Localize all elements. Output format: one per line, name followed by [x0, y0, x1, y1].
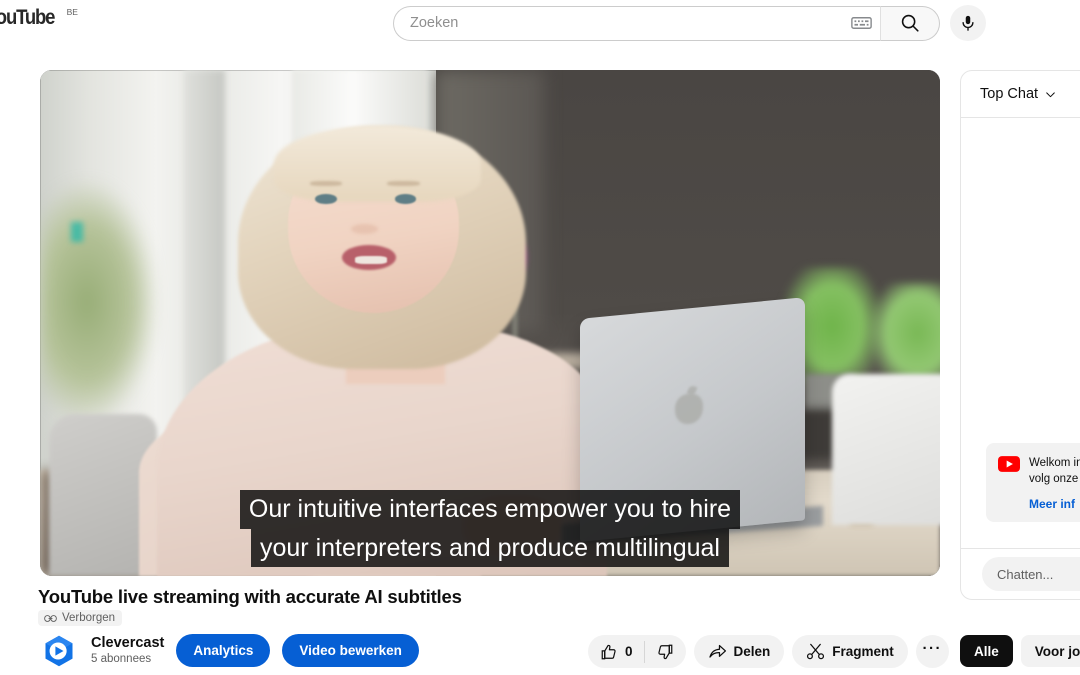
analytics-button[interactable]: Analytics [176, 634, 271, 667]
chat-notice-card: Welkom in volg onze Meer inf [986, 443, 1080, 522]
chat-input[interactable]: Chatten... [982, 557, 1080, 591]
search-input[interactable] [410, 15, 851, 31]
person-teeth [355, 256, 388, 264]
dislike-button[interactable] [656, 643, 674, 661]
edit-video-button[interactable]: Video bewerken [282, 634, 419, 667]
youtube-logo[interactable]: YouTube BE [0, 6, 78, 30]
live-chat-panel: Top Chat Welkom in volg onze Meer inf Ch… [960, 70, 1080, 600]
search-button[interactable] [880, 5, 940, 41]
subtitle-overlay: Our intuitive interfaces empower you to … [40, 490, 940, 567]
action-row: 0 Delen Fragment ··· [588, 635, 949, 668]
avatar[interactable] [38, 630, 79, 671]
clip-label: Fragment [832, 644, 894, 659]
owner-row: Clevercast 5 abonnees Analytics Video be… [38, 630, 419, 671]
video-player[interactable]: Our intuitive interfaces empower you to … [40, 70, 940, 576]
clevercast-logo [45, 635, 72, 666]
subtitle-line-1: Our intuitive interfaces empower you to … [239, 490, 741, 529]
chevron-down-icon [1046, 91, 1055, 97]
channel-subscribers: 5 abonnees [91, 653, 152, 666]
subtitle-line-2: your interpreters and produce multilingu… [251, 528, 729, 567]
clip-button[interactable]: Fragment [792, 635, 908, 668]
action-divider [643, 640, 645, 663]
chip-alle[interactable]: Alle [960, 635, 1013, 667]
plant-left [40, 181, 157, 425]
youtube-logo-wordmark: YouTube [0, 6, 55, 29]
chat-notice-body: Welkom in volg onze Meer inf [1029, 455, 1080, 511]
search-box[interactable] [393, 5, 880, 41]
scissors-icon [807, 643, 825, 660]
youtube-logo-country-code: BE [66, 7, 78, 17]
chat-message-list[interactable]: Welkom in volg onze Meer inf [961, 118, 1080, 550]
person-eyebrow-right [387, 181, 420, 186]
status-badge-label: Verborgen [62, 612, 116, 624]
youtube-play-icon [998, 456, 1020, 472]
link-icon [44, 614, 57, 622]
more-actions-button[interactable]: ··· [915, 635, 949, 668]
share-arrow-icon [708, 644, 726, 658]
channel-meta: Clevercast 5 abonnees [91, 634, 164, 667]
accent-light-1 [70, 221, 84, 243]
keyboard-icon[interactable] [851, 16, 872, 30]
search-icon [901, 14, 919, 32]
page-title: YouTube live streaming with accurate AI … [38, 586, 462, 607]
chat-filter-chips: Alle Voor jou [960, 635, 1080, 667]
thumbs-down-icon [657, 644, 672, 659]
chat-notice-line-1: Welkom in [1029, 457, 1080, 469]
chip-voor-jou[interactable]: Voor jou [1020, 635, 1080, 667]
microphone-icon [962, 15, 974, 31]
chat-input-row: Chatten... [961, 548, 1080, 599]
like-dislike-group: 0 [588, 635, 686, 668]
voice-search-button[interactable] [950, 5, 986, 41]
like-button[interactable]: 0 [600, 643, 633, 661]
masthead: YouTube BE [0, 0, 1080, 46]
chat-notice-text: Welkom in volg onze [1029, 455, 1080, 488]
share-label: Delen [733, 644, 771, 659]
status-badge: Verborgen [38, 610, 123, 626]
chat-mode-label: Top Chat [980, 86, 1039, 102]
channel-name[interactable]: Clevercast [91, 634, 164, 652]
like-count: 0 [625, 644, 633, 659]
search-area [393, 5, 986, 41]
person-hair-fringe [274, 125, 481, 202]
chat-header[interactable]: Top Chat [961, 71, 1080, 118]
person-eyebrow-left [310, 181, 343, 186]
chat-notice-line-2: volg onze [1029, 473, 1079, 486]
thumbs-up-icon [601, 644, 616, 659]
chat-notice-more-info-link[interactable]: Meer inf [1029, 497, 1080, 511]
person-eye-left [315, 193, 337, 204]
share-button[interactable]: Delen [693, 635, 785, 668]
person-eye-right [394, 193, 417, 204]
